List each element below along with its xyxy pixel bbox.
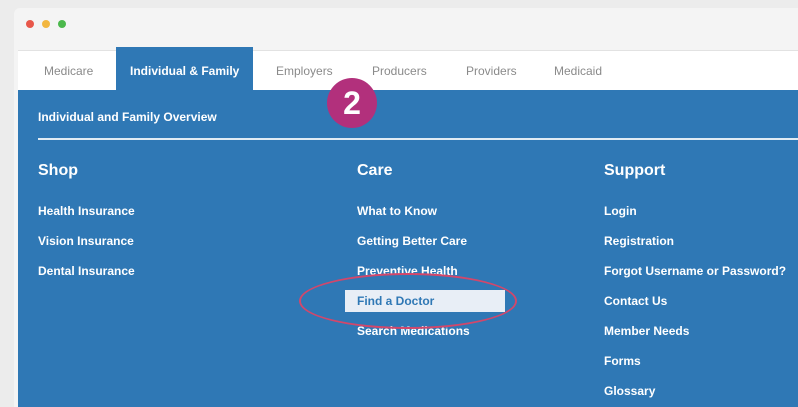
link-registration[interactable]: Registration — [604, 226, 786, 256]
link-glossary[interactable]: Glossary — [604, 376, 786, 406]
tab-employers[interactable]: Employers — [276, 51, 333, 91]
window-controls — [26, 20, 66, 28]
tab-medicare[interactable]: Medicare — [44, 51, 93, 91]
top-nav-bar: Medicare Individual & Family Employers P… — [18, 47, 798, 91]
care-heading: Care — [357, 162, 393, 179]
tab-providers[interactable]: Providers — [466, 51, 517, 91]
browser-window: Medicare Individual & Family Employers P… — [14, 8, 798, 407]
link-health-insurance[interactable]: Health Insurance — [38, 196, 135, 226]
shop-column: Shop Health Insurance Vision Insurance D… — [38, 162, 135, 286]
divider — [38, 138, 798, 140]
link-forgot-username-password[interactable]: Forgot Username or Password? — [604, 256, 786, 286]
tab-medicaid[interactable]: Medicaid — [554, 51, 602, 91]
link-dental-insurance[interactable]: Dental Insurance — [38, 256, 135, 286]
support-column: Support Login Registration Forgot Userna… — [604, 162, 786, 406]
link-forms[interactable]: Forms — [604, 346, 786, 376]
link-what-to-know[interactable]: What to Know — [357, 196, 505, 226]
minimize-dot-icon[interactable] — [42, 20, 50, 28]
link-login[interactable]: Login — [604, 196, 786, 226]
overview-link[interactable]: Individual and Family Overview — [38, 110, 217, 124]
tab-producers[interactable]: Producers — [372, 51, 427, 91]
link-getting-better-care[interactable]: Getting Better Care — [357, 226, 505, 256]
close-dot-icon[interactable] — [26, 20, 34, 28]
tab-individual-family[interactable]: Individual & Family — [116, 47, 254, 91]
highlight-ring — [299, 273, 517, 329]
link-contact-us[interactable]: Contact Us — [604, 286, 786, 316]
mega-menu-panel: Individual and Family Overview Shop Heal… — [18, 90, 798, 407]
maximize-dot-icon[interactable] — [58, 20, 66, 28]
shop-heading: Shop — [38, 162, 78, 179]
support-heading: Support — [604, 162, 666, 179]
step-number-badge: 2 — [327, 78, 377, 128]
care-column: Care What to Know Getting Better Care Pr… — [299, 162, 517, 346]
link-vision-insurance[interactable]: Vision Insurance — [38, 226, 135, 256]
link-member-needs[interactable]: Member Needs — [604, 316, 786, 346]
link-find-a-doctor[interactable]: Find a Doctor — [299, 273, 517, 329]
